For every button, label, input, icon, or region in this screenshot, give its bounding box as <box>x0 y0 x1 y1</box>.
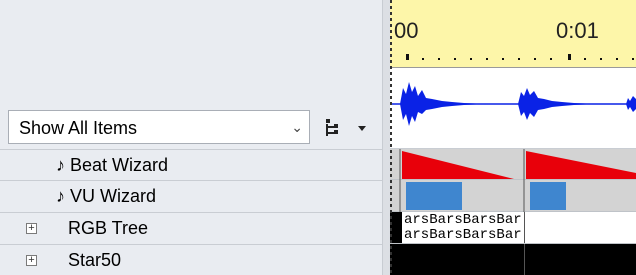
ruler-tick <box>518 58 520 60</box>
ruler-tick <box>438 58 440 60</box>
effect-boundary <box>524 244 525 275</box>
tree-row-vu-wizard[interactable]: ♪ VU Wizard <box>0 180 382 211</box>
star50-lane[interactable] <box>390 244 636 275</box>
row-label: ♪ Beat Wizard <box>56 155 169 175</box>
ruler-label-1s: 0:01 <box>556 18 599 43</box>
element-tree-panel: Show All Items ⌄ ♪ Beat Wizard ♪ VU Wiza… <box>0 0 382 275</box>
vu-bars <box>399 180 566 212</box>
tree-row-rgb-tree[interactable]: + RGB Tree <box>0 212 382 243</box>
ruler-tick <box>486 58 488 60</box>
rgb-tree-lane[interactable]: arsBarsBarsBar arsBarsBarsBar <box>390 212 636 244</box>
time-ruler[interactable]: 00 0:01 <box>390 0 636 68</box>
vu-wizard-lane[interactable] <box>390 180 636 212</box>
ruler-tick <box>534 58 536 60</box>
vu-bar <box>530 182 566 210</box>
ruler-tick <box>454 58 456 60</box>
filter-dropdown-value: Show All Items <box>19 118 138 138</box>
ruler-major-tick <box>406 54 409 60</box>
row-label: Star50 <box>68 250 122 270</box>
tree-row-star50[interactable]: + Star50 <box>0 244 382 275</box>
expand-icon[interactable]: + <box>26 223 37 234</box>
audio-waveform <box>390 82 636 126</box>
beat-wizard-lane[interactable] <box>390 149 636 180</box>
ruler-major-tick <box>568 54 571 60</box>
bars-effect-label-bottom: arsBarsBarsBar <box>404 227 522 243</box>
filter-dropdown[interactable]: Show All Items ⌄ <box>8 110 310 144</box>
ruler-tick <box>584 58 586 60</box>
row-label: ♪ VU Wizard <box>56 186 157 206</box>
tree-row-beat-wizard[interactable]: ♪ Beat Wizard <box>0 149 382 180</box>
ruler-tick <box>632 58 634 60</box>
ruler-tick <box>600 58 602 60</box>
effect-boundary <box>524 212 525 243</box>
small-down-arrow-icon <box>358 126 366 131</box>
beat-ramp <box>402 151 514 179</box>
bars-effect-label-top: arsBarsBarsBar <box>404 212 522 228</box>
chevron-down-icon[interactable]: ⌄ <box>291 119 303 136</box>
vu-bar <box>406 182 462 210</box>
ruler-tick <box>550 58 552 60</box>
ruler-tick <box>616 58 618 60</box>
ruler-label-start: 00 <box>394 18 419 43</box>
playhead-marker[interactable] <box>390 0 392 275</box>
ruler-tick <box>422 58 424 60</box>
tree-view-button[interactable] <box>320 113 370 141</box>
beat-ramp-effects <box>399 149 636 180</box>
waveform-lane[interactable] <box>390 68 636 149</box>
tree-view-icon <box>326 119 366 136</box>
timeline-panel: 00 0:01 arsBarsBarsBar arsBarsBarsBar <box>390 0 636 275</box>
ruler-tick <box>470 58 472 60</box>
expand-icon[interactable]: + <box>26 255 37 266</box>
beat-ramp <box>526 151 636 179</box>
row-label: RGB Tree <box>68 218 149 238</box>
ruler-tick <box>502 58 504 60</box>
panel-splitter[interactable] <box>382 0 390 275</box>
